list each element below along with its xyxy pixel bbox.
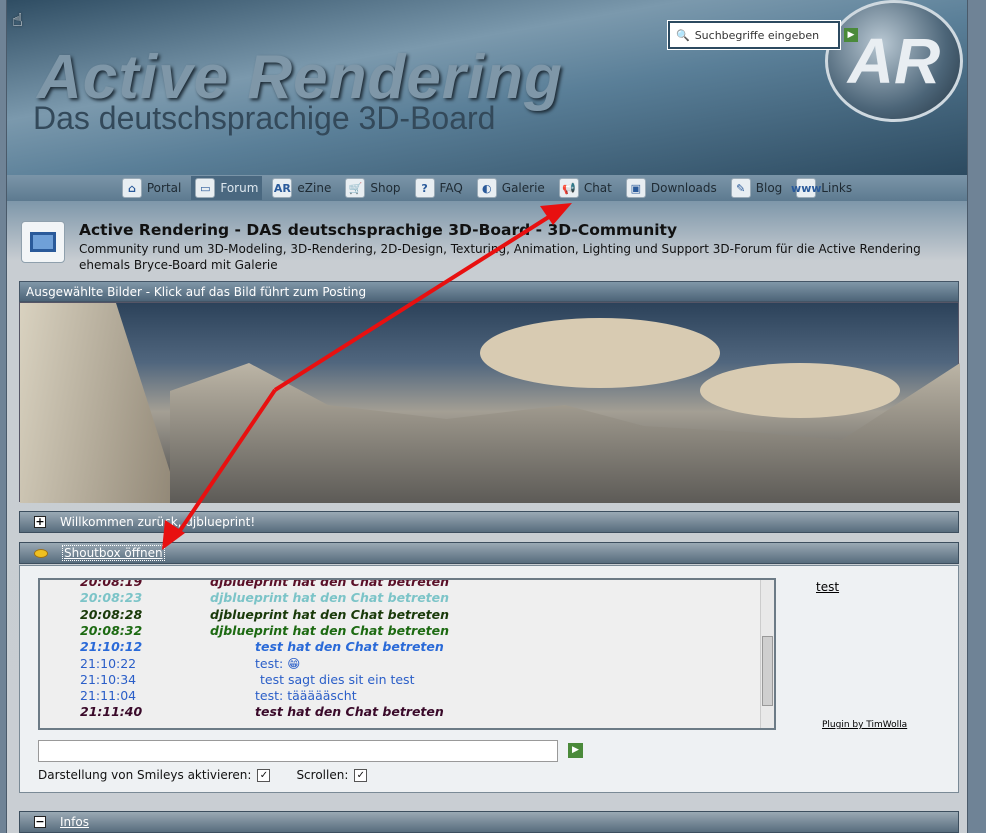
nav-item-galerie[interactable]: ◐ Galerie [473,176,549,200]
page-frame: Active Rendering Das deutschsprachige 3D… [6,0,968,833]
chat-message: 20:08:19 djblueprint hat den Chat betrete… [40,578,760,590]
main-nav: ⌂ Portal ▭ Forum AR eZine 🛒 Shop? FAQ ◐ Galerie 📢 Ch… [7,175,967,201]
message-time: 20:08:28 [80,606,143,622]
home-icon: ⌂ [121,178,142,198]
message-text: test hat den Chat betreten [255,704,444,720]
cart-icon: 🛒 [345,178,366,198]
chat-message: 21:10:12 test hat den Chat betreten [40,639,760,655]
plugin-credit-link[interactable]: Plugin by TimWolla [822,720,907,730]
chat-message: 20:08:28 djblueprint hat den Chat betrete… [40,607,760,623]
nav-label: Portal [146,181,182,195]
nav-label: eZine [297,181,332,195]
search-go-button[interactable]: ▶ [844,28,858,42]
scroll-checkbox[interactable]: ✓ [354,768,368,782]
welcome-label: Willkommen zurück, djblueprint! [60,515,256,529]
shoutbox-panel: 21:11:40 test hat den Chat betreten 21:11:… [19,565,959,793]
nav-item-forum[interactable]: ▭ Forum [191,176,263,200]
nav-item-chat[interactable]: 📢 Chat [555,176,616,200]
nav-label: Forum [220,181,259,195]
chat-message: 21:11:40 test hat den Chat betreten [40,704,760,720]
chat-log[interactable]: 21:11:40 test hat den Chat betreten 21:11:… [38,578,776,730]
nav-item-blog[interactable]: ✎ Blog [727,176,787,200]
ar-icon: AR [272,178,293,198]
search-input[interactable]: 🔍 Suchbegriffe eingeben [667,20,841,50]
board-description: Community rund um 3D-Modeling, 3D-Render… [79,242,921,272]
smileys-checkbox[interactable]: ✓ [257,768,271,782]
message-text: test sagt dies sit ein test [260,671,415,687]
board-monitor-icon [21,221,65,263]
monitor-icon: ▭ [195,178,216,198]
shout-message-input[interactable] [38,740,558,762]
welcome-section-header[interactable]: + Willkommen zurück, djblueprint! [19,511,959,533]
message-text: djblueprint hat den Chat betreten [210,606,450,622]
nav-item-links[interactable]: www Links [791,176,856,200]
message-time: 20:08:23 [80,590,143,606]
collapse-icon[interactable]: − [34,816,46,828]
main-content: Active Rendering - DAS deutschsprachige … [7,201,967,833]
site-logo-subtitle: Das deutschsprachige 3D-Board [33,100,496,136]
gallery-header: Ausgewählte Bilder - Klick auf das Bild … [19,281,959,302]
hand-cursor-icon: ☝ [12,10,23,31]
chat-message: 21:10:34 test sagt dies sit ein test [40,672,760,688]
shoutbox-open-link[interactable]: Shoutbox öffnen [62,545,165,561]
scroll-label: Scrollen: [296,768,349,782]
nav-item-portal[interactable]: ⌂ Portal [118,176,185,200]
search-placeholder: Suchbegriffe eingeben [694,28,820,42]
notepad-icon: ✎ [730,178,751,198]
message-text: test: 😁 [255,655,301,671]
message-text: test hat den Chat betreten [255,639,444,655]
nav-label: Galerie [501,181,545,195]
message-text: test: täääääscht [255,688,357,704]
featured-image[interactable] [19,302,960,503]
infos-label[interactable]: Infos [60,815,89,829]
megaphone-icon: 📢 [558,178,579,198]
chat-message: 20:08:23 djblueprint hat den Chat betrete… [40,590,760,606]
expand-icon[interactable]: + [34,516,46,528]
nav-label: FAQ [439,181,463,195]
site-header: Active Rendering Das deutschsprachige 3D… [7,0,967,175]
chat-message: 21:10:22 test: 😁 [40,656,760,672]
nav-label: Downloads [650,181,717,195]
message-time: 21:10:22 [80,655,137,671]
board-title: Active Rendering - DAS deutschsprachige … [79,221,678,239]
scrollbar-thumb[interactable] [762,636,773,706]
speech-bubble-icon [34,548,48,558]
chat-message: 21:11:04 test: täääääscht [40,688,760,704]
shoutbox-options: Darstellung von Smileys aktivieren: ✓ Sc… [38,768,368,782]
smileys-label: Darstellung von Smileys aktivieren: [38,768,252,782]
nav-item-downloads[interactable]: ▣ Downloads [622,176,721,200]
shoutbox-section-header[interactable]: Shoutbox öffnen [19,542,959,564]
nav-item-faq[interactable]: ? FAQ [411,176,467,200]
message-time: 20:08:19 [80,578,143,589]
ar-logo[interactable]: AR [825,0,963,122]
message-text: djblueprint hat den Chat betreten [210,590,450,606]
message-time: 21:11:40 [80,704,143,720]
message-text: djblueprint hat den Chat betreten [210,578,450,589]
message-time: 21:10:34 [80,671,137,687]
globe-icon: ◐ [476,178,497,198]
question-icon: ? [414,178,435,198]
message-time: 21:11:04 [80,688,137,704]
chat-message: 20:08:32 djblueprint hat den Chat betrete… [40,623,760,639]
search-icon: 🔍 [676,28,690,42]
send-shout-button[interactable]: ▶ [568,743,583,758]
message-text: djblueprint hat den Chat betreten [210,622,450,638]
message-time: 20:08:32 [80,622,143,638]
message-time: 21:10:12 [80,639,143,655]
nav-item-ezine[interactable]: AR eZine [268,176,335,200]
nav-label: Shop [370,181,401,195]
infos-section-header[interactable]: − Infos [19,811,959,833]
chat-scrollbar[interactable] [760,580,774,728]
nav-label: Links [821,181,853,195]
www-icon: www [791,178,822,198]
online-user-link[interactable]: test [816,580,839,594]
nav-label: Blog [755,181,783,195]
disk-icon: ▣ [625,178,646,198]
nav-label: Chat [583,181,612,195]
nav-item-shop[interactable]: 🛒 Shop [341,176,404,200]
